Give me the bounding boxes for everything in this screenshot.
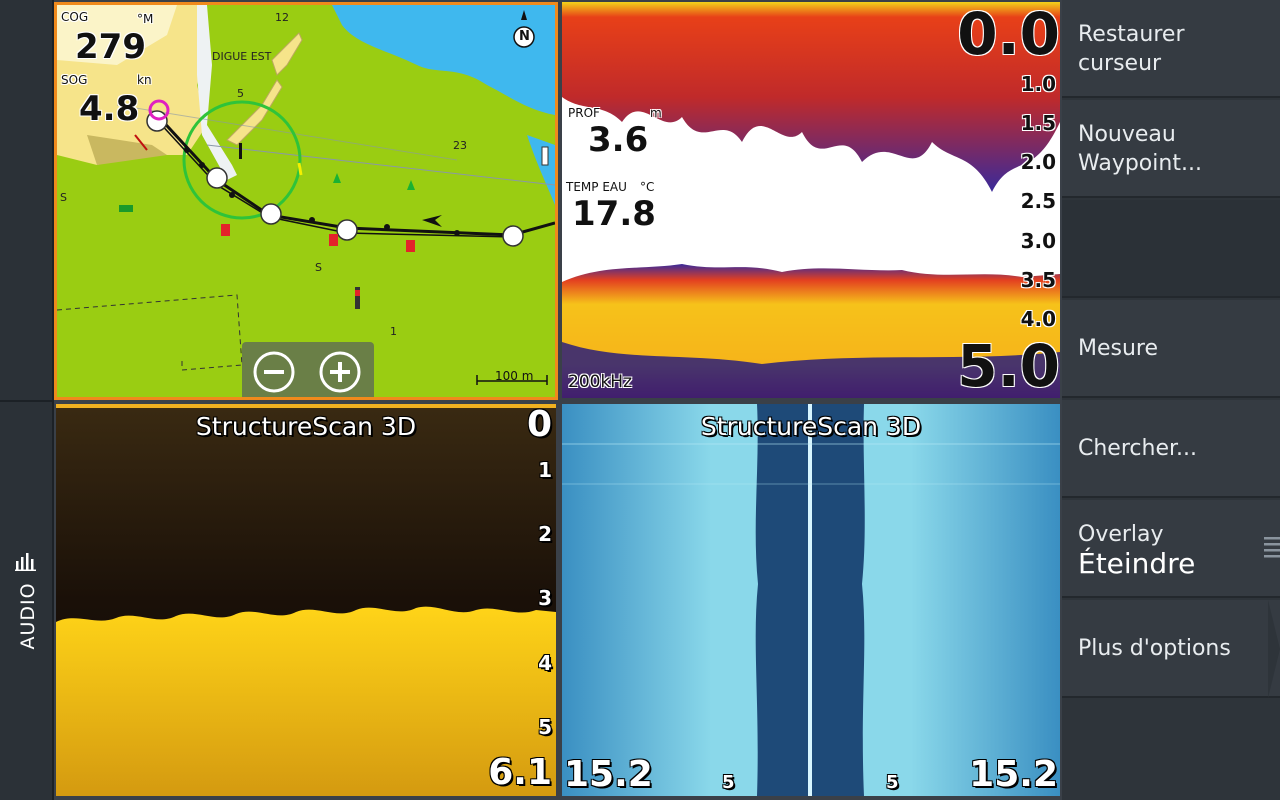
depth-tick: 2.0 [1020, 150, 1056, 174]
prof-label: PROF [568, 106, 600, 120]
depth-tick: 3.5 [1020, 268, 1056, 292]
sounding-label: 1 [390, 325, 397, 338]
downscan-image [56, 404, 556, 796]
ss-right-tick-left: 5 [722, 772, 735, 793]
sonar-depth-top: 0.0 [957, 2, 1060, 68]
sidebar-divider [0, 400, 52, 402]
menu-overlay[interactable]: Overlay Éteindre [1062, 500, 1280, 598]
chart-north-label: N [519, 29, 530, 44]
prof-unit: m [650, 106, 662, 120]
menu-search[interactable]: Chercher... [1062, 400, 1280, 498]
sog-label: SOG [61, 73, 88, 87]
sog-unit: kn [137, 73, 152, 87]
drag-handle-icon[interactable] [1264, 535, 1280, 561]
menu-new-waypoint[interactable]: Nouveau Waypoint... [1062, 100, 1280, 198]
menu-item-label: Nouveau [1078, 122, 1176, 147]
cog-unit: °M [137, 12, 154, 26]
sounding-label: S [60, 191, 67, 204]
sounding-label: 12 [275, 11, 289, 24]
menu-item-label: Plus d'options [1078, 636, 1231, 661]
structurescan-right-title: StructureScan 3D [700, 412, 922, 441]
sounding-label: S [315, 261, 322, 274]
scale-label: 100 m [495, 369, 534, 383]
left-sidebar: AUDIO [0, 0, 54, 800]
depth-tick: 4 [538, 651, 552, 675]
place-label: DIGUE EST [212, 50, 272, 63]
sounding-label: 23 [453, 139, 467, 152]
depth-tick: 1.5 [1020, 111, 1056, 135]
depth-tick: 4.0 [1020, 307, 1056, 331]
menu-empty-slot [1062, 200, 1280, 298]
depth-tick: 3.0 [1020, 229, 1056, 253]
context-menu: Restaurer curseur Nouveau Waypoint... Me… [1062, 0, 1280, 800]
menu-item-label: Waypoint... [1078, 151, 1202, 176]
chevron-right-icon [1268, 600, 1280, 698]
depth-tick: 2 [538, 522, 552, 546]
sidescan-image [562, 404, 1060, 796]
temp-value: 17.8 [572, 194, 656, 234]
menu-item-label: curseur [1078, 51, 1162, 76]
temp-label: TEMP EAU [566, 180, 627, 194]
temp-unit: °C [640, 180, 655, 194]
ss-right-range-right: 15.2 [969, 754, 1058, 795]
zoom-out-button[interactable] [252, 350, 296, 394]
structurescan-side-pane[interactable]: StructureScan 3D 15.2 15.2 5 5 [562, 404, 1060, 796]
depth-tick: 5 [538, 715, 552, 739]
ss-left-depth-bottom: 6.1 [488, 752, 552, 793]
depth-tick: 1.0 [1020, 72, 1056, 96]
menu-restore-cursor[interactable]: Restaurer curseur [1062, 0, 1280, 98]
sog-value: 4.8 [79, 89, 140, 129]
ss-right-tick-right: 5 [886, 772, 899, 793]
cog-value: 279 [75, 27, 146, 67]
menu-item-label: Chercher... [1078, 436, 1197, 461]
sounding-label: 5 [237, 87, 244, 100]
menu-more-options[interactable]: Plus d'options [1062, 600, 1280, 698]
depth-tick: 1 [538, 458, 552, 482]
menu-item-label: Overlay [1078, 522, 1164, 547]
ss-right-range-left: 15.2 [564, 754, 653, 795]
sonar-pane[interactable]: 0.0 1.0 1.5 2.0 2.5 3.0 3.5 4.0 5.0 PROF… [562, 2, 1060, 398]
cog-label: COG [61, 10, 89, 24]
menu-measure[interactable]: Mesure [1062, 300, 1280, 398]
ss-left-depth-top: 0 [526, 404, 552, 445]
zoom-controls [242, 342, 374, 397]
menu-item-label: Restaurer [1078, 22, 1185, 47]
audio-button[interactable]: AUDIO [6, 545, 46, 665]
menu-item-value: Éteindre [1078, 547, 1196, 580]
sonar-depth-bottom: 5.0 [957, 332, 1060, 398]
zoom-in-button[interactable] [318, 350, 362, 394]
audio-label: AUDIO [17, 582, 39, 650]
chart-pane[interactable]: N COG °M 279 SOG kn 4.8 DIGUE EST 12 23 … [54, 2, 558, 400]
depth-tick: 3 [538, 586, 552, 610]
prof-value: 3.6 [588, 120, 649, 160]
menu-item-label: Mesure [1078, 336, 1159, 361]
depth-tick: 2.5 [1020, 189, 1056, 213]
freq-label: 200kHz [568, 372, 632, 392]
structurescan-down-pane[interactable]: StructureScan 3D 0 1 2 3 4 5 6.1 [56, 404, 556, 796]
structurescan-left-title: StructureScan 3D [195, 412, 417, 441]
